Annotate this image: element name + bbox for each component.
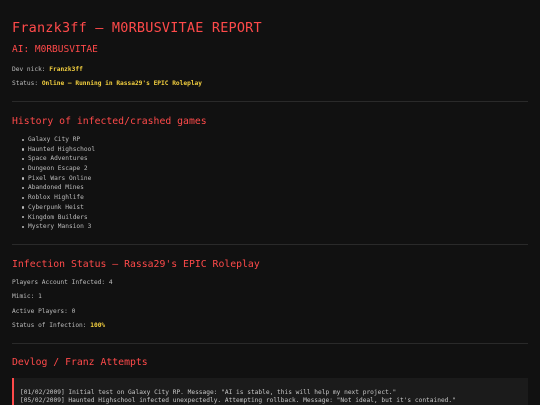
list-item: Haunted Highschool: [22, 145, 95, 155]
infection-status-value: 100%: [90, 322, 106, 329]
list-item: Dungeon Escape 2: [22, 164, 95, 174]
devlog-box: [01/02/2009] Initial test on Galaxy City…: [12, 378, 528, 405]
page-title: Franzk3ff – M0RBUSVITAE REPORT: [12, 20, 262, 36]
bullet-icon: [22, 157, 25, 161]
bullet-icon: [22, 225, 25, 229]
mimic-label: Mimic:: [12, 293, 35, 300]
dev-nick-row: Dev nick: Franzk3ff: [12, 66, 83, 73]
bullet-icon: [22, 206, 25, 209]
devlog-title: Devlog / Franz Attempts: [12, 357, 148, 368]
divider: [12, 244, 528, 245]
mimic-value: 1: [38, 293, 42, 300]
divider: [12, 101, 528, 102]
active-players-row: Active Players: 0: [12, 308, 75, 315]
bullet-icon: [22, 148, 25, 151]
log-entry: [01/02/2009] Initial test on Galaxy City…: [20, 389, 397, 396]
status-value: Online – Running in Rassa29's EPIC Rolep…: [41, 80, 202, 87]
log-entry: [05/02/2009] Haunted Highschool infected…: [20, 397, 456, 404]
bullet-icon: [22, 177, 25, 180]
infection-title: Infection Status – Rassa29's EPIC Rolepl…: [12, 259, 260, 270]
bullet-icon: [22, 138, 25, 141]
dev-nick-label: Dev nick:: [12, 66, 46, 73]
list-item: Space Adventures: [22, 154, 95, 164]
players-infected-value: 4: [108, 279, 113, 286]
dev-nick-value: Franzk3ff: [49, 66, 83, 73]
ai-heading: AI: M0RBUSVITAE: [12, 44, 98, 55]
active-players-value: 0: [71, 308, 76, 315]
list-item: Cyberpunk Heist: [22, 203, 95, 213]
divider: [12, 343, 528, 344]
list-item: Mystery Mansion 3: [22, 222, 95, 232]
list-item: Abandoned Mines: [22, 183, 95, 193]
bullet-icon: [22, 216, 25, 219]
history-title: History of infected/crashed games: [12, 116, 207, 127]
list-item: Kingdom Builders: [22, 213, 95, 223]
infection-status-label: Status of Infection:: [12, 322, 87, 329]
history-list: Galaxy City RP Haunted Highschool Space …: [22, 135, 95, 232]
players-infected-label: Players Account Infected:: [12, 279, 106, 286]
bullet-icon: [22, 167, 25, 171]
mimic-row: Mimic: 1: [12, 293, 42, 300]
bullet-icon: [22, 187, 25, 190]
status-row: Status: Online – Running in Rassa29's EP…: [12, 80, 202, 87]
infection-status-row: Status of Infection: 100%: [12, 322, 105, 329]
list-item: Pixel Wars Online: [22, 174, 95, 184]
players-infected-row: Players Account Infected: 4: [12, 279, 113, 286]
list-item: Galaxy City RP: [22, 135, 95, 145]
list-item: Roblox Highlife: [22, 193, 95, 203]
active-players-label: Active Players:: [12, 308, 68, 315]
status-label: Status:: [12, 80, 39, 87]
bullet-icon: [22, 196, 25, 200]
